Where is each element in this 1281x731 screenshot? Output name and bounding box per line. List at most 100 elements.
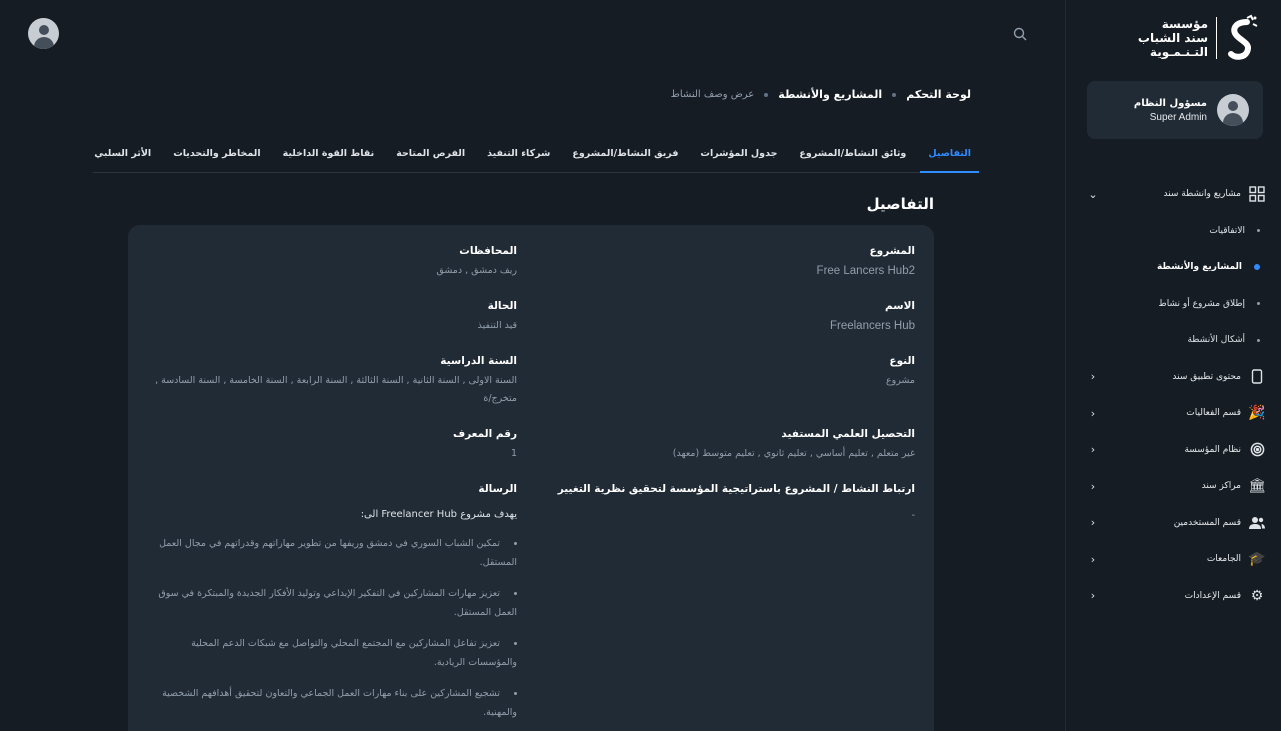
dot-icon [1257, 229, 1260, 233]
chevron-down-icon: ⌄ [1088, 187, 1098, 201]
sidebar-item-label: قسم الإعدادات [1184, 590, 1241, 601]
list-item: تعزيز تفاعل المشاركين مع المجتمع المحلي … [147, 634, 517, 672]
page-title: التفاصيل [866, 195, 934, 213]
tab-opportunities[interactable]: الفرص المتاحة [396, 140, 465, 172]
sidebar-item-label: قسم المستخدمين [1173, 517, 1241, 528]
sidebar-item-centers[interactable]: 🏛 مراكز سند ‹ [1081, 468, 1266, 505]
user-name: مسؤول النظام [1133, 97, 1207, 109]
graduation-cap-icon: 🎓 [1248, 551, 1266, 568]
field-type: النوع مشروع [555, 355, 915, 390]
chevron-left-icon: ‹ [1090, 589, 1096, 603]
field-label: المشروع [869, 245, 916, 257]
sidebar-item-app-content[interactable]: محتوى تطبيق سند ‹ [1081, 359, 1265, 396]
logo-divider [1216, 17, 1217, 59]
field-label: السنة الدراسية [440, 355, 517, 367]
tab-strengths[interactable]: نقاط القوة الداخلية [283, 140, 375, 172]
field-value: قيد التنفيذ [477, 320, 517, 331]
bullet-icon [514, 542, 517, 545]
target-icon [1249, 442, 1265, 458]
sidebar-item-label: مراكز سند [1201, 481, 1241, 492]
party-icon: 🎉 [1248, 405, 1266, 422]
breadcrumb-separator [892, 92, 897, 97]
chevron-left-icon: ‹ [1090, 370, 1096, 384]
tab-negative-impact[interactable]: الأثر السلبي [94, 140, 151, 172]
details-card: المشروع Free Lancers Hub2 الاسم Freelanc… [128, 225, 934, 731]
list-item-text: تشجيع المشاركين على بناء مهارات العمل ال… [162, 688, 517, 718]
sidebar-item-universities[interactable]: 🎓 الجامعات ‹ [1081, 541, 1266, 578]
sidebar-subitem-label: أشكال الأنشطة [1187, 335, 1245, 346]
sidebar-nav: مشاريع وانشطة سند ⌄ الاتفاقيات المشاريع … [1081, 176, 1266, 615]
sidebar-subitem-projects[interactable]: المشاريع والأنشطة [1081, 249, 1265, 286]
field-label: ارتباط النشاط / المشروع باستراتيجية المؤ… [557, 483, 915, 495]
account-avatar[interactable] [28, 18, 59, 49]
sidebar-item-label: قسم الفعاليات [1186, 408, 1241, 419]
sidebar-item-projects-group[interactable]: مشاريع وانشطة سند ⌄ [1081, 176, 1265, 213]
user-role: Super Admin [1149, 111, 1207, 123]
tab-team[interactable]: فريق النشاط/المشروع [572, 140, 678, 172]
field-label: الحالة [487, 300, 517, 312]
bullet-icon [514, 642, 517, 645]
breadcrumb-projects[interactable]: المشاريع والأنشطة [778, 88, 882, 101]
field-label: التحصيل العلمي المستفيد [781, 428, 915, 440]
field-label: النوع [889, 355, 915, 367]
breadcrumb-separator [764, 92, 769, 97]
sidebar-item-org-system[interactable]: نظام المؤسسة ‹ [1081, 432, 1265, 469]
field-value: ريف دمشق , دمشق [436, 265, 517, 276]
sidebar-subitem-launch[interactable]: إطلاق مشروع أو نشاط [1081, 286, 1265, 323]
field-label: الرسالة [478, 483, 517, 495]
field-value: Free Lancers Hub2 [816, 265, 915, 277]
field-value: السنة الاولى , السنة الثانية , السنة الث… [155, 375, 517, 404]
logo-line-1: مؤسسة [1161, 17, 1208, 31]
grid-icon [1249, 186, 1265, 202]
dot-icon [1257, 302, 1260, 306]
message-list: تمكين الشباب السوري في دمشق وريفها من تط… [147, 534, 517, 722]
chevron-left-icon: ‹ [1090, 406, 1096, 420]
tab-partners[interactable]: شركاء التنفيذ [487, 140, 550, 172]
tab-indicators[interactable]: جدول المؤشرات [700, 140, 777, 172]
field-academic-year: السنة الدراسية السنة الاولى , السنة الثا… [147, 355, 517, 408]
field-education: التحصيل العلمي المستفيد غير متعلم , تعلي… [555, 428, 915, 463]
field-value: غير متعلم , تعليم أساسي , تعليم ثانوي , … [672, 448, 915, 459]
breadcrumb-dashboard[interactable]: لوحة التحكم [906, 88, 971, 101]
field-message: الرسالة يهدف مشروع Freelancer Hub الى: ت… [147, 483, 517, 731]
user-card[interactable]: مسؤول النظام Super Admin [1087, 81, 1263, 139]
sidebar-item-users[interactable]: قسم المستخدمين ‹ [1081, 505, 1265, 542]
tab-documents[interactable]: وثائق النشاط/المشروع [799, 140, 906, 172]
users-icon [1249, 515, 1265, 531]
field-strategy: ارتباط النشاط / المشروع باستراتيجية المؤ… [555, 483, 915, 525]
breadcrumb-current: عرض وصف النشاط [670, 89, 755, 100]
sidebar-subitem-agreements[interactable]: الاتفاقيات [1081, 213, 1265, 250]
field-value: Freelancers Hub [829, 320, 915, 332]
list-item: تشجيع المشاركين على بناء مهارات العمل ال… [147, 684, 517, 722]
sidebar-item-events[interactable]: 🎉 قسم الفعاليات ‹ [1081, 395, 1266, 432]
breadcrumb: لوحة التحكم المشاريع والأنشطة عرض وصف ال… [671, 88, 971, 101]
field-label: رقم المعرف [452, 428, 517, 440]
logo-line-3: التـنـمـوية [1149, 45, 1208, 59]
logo-mark-icon [1228, 14, 1258, 60]
sidebar-subitem-label: الاتفاقيات [1209, 225, 1245, 236]
sidebar-subitem-label: المشاريع والأنشطة [1156, 262, 1242, 273]
logo[interactable]: مؤسسة سند الشباب التـنـمـوية [1138, 14, 1259, 62]
gear-icon: ⚙ [1250, 587, 1264, 604]
sidebar-subitem-activity-forms[interactable]: أشكال الأنشطة [1081, 322, 1265, 359]
tab-details[interactable]: التفاصيل [920, 140, 979, 173]
logo-text: مؤسسة سند الشباب التـنـمـوية [1138, 17, 1208, 59]
chevron-left-icon: ‹ [1090, 552, 1096, 566]
chevron-left-icon: ‹ [1090, 479, 1096, 493]
bullet-icon [514, 692, 517, 695]
sidebar-item-settings[interactable]: ⚙ قسم الإعدادات ‹ [1081, 578, 1265, 615]
search-icon[interactable] [1013, 27, 1027, 41]
list-item-text: تعزيز تفاعل المشاركين مع المجتمع المحلي … [191, 638, 517, 668]
dot-icon [1254, 264, 1260, 271]
field-value: مشروع [885, 375, 915, 386]
list-item-text: تمكين الشباب السوري في دمشق وريفها من تط… [159, 538, 517, 568]
field-project: المشروع Free Lancers Hub2 [555, 245, 915, 280]
field-status: الحالة قيد التنفيذ [147, 300, 517, 335]
field-value: 1 [510, 448, 517, 459]
field-name: الاسم Freelancers Hub [555, 300, 915, 335]
user-avatar [1217, 94, 1249, 126]
institution-icon: 🏛 [1248, 478, 1266, 495]
tab-risks[interactable]: المخاطر والتحديات [173, 140, 260, 172]
chevron-left-icon: ‹ [1090, 443, 1096, 457]
chevron-left-icon: ‹ [1090, 516, 1096, 530]
